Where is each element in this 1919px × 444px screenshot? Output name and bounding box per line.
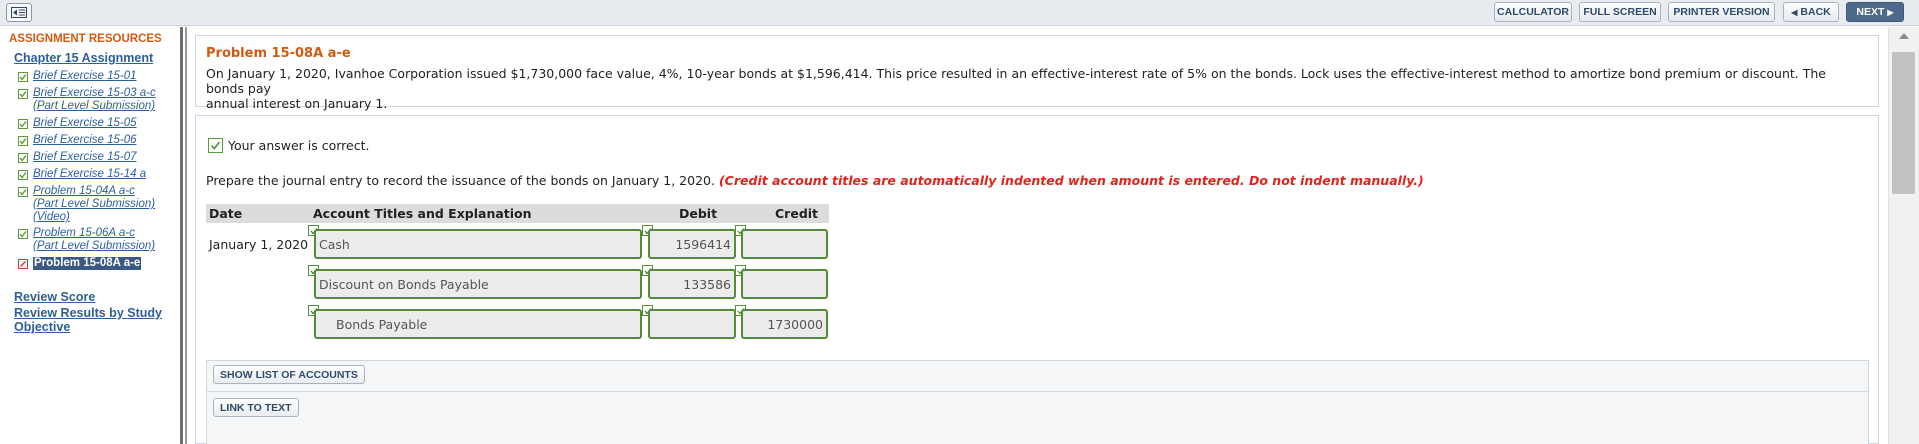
sidebar-item-problem-15-06a[interactable]: Problem 15-06A a-c (Part Level Submissio… [18,227,155,253]
back-button[interactable]: ◀ BACK [1783,2,1839,22]
header-account: Account Titles and Explanation [313,206,532,221]
header-credit: Credit [775,206,819,221]
sidebar-item-label: Problem 15-08A a-e [33,257,142,270]
sidebar-item-line: (Part Level Submission) [33,240,156,252]
sidebar-item-line: Brief Exercise 15-03 a-c [33,87,156,99]
back-label: BACK [1800,6,1831,18]
sidebar-item-label: Brief Exercise 15-01 [33,70,137,82]
check-icon [18,170,28,180]
correct-message: Your answer is correct. [228,138,370,153]
assignment-sidebar: ASSIGNMENT RESOURCES Chapter 15 Assignme… [0,27,178,444]
review-score-link[interactable]: Review Score [14,290,95,304]
scrollbar-thumb[interactable] [1892,52,1915,194]
sidebar-item-line: Problem 15-06A a-c [33,227,135,239]
sidebar-item-label: Brief Exercise 15-06 [33,134,137,146]
sidebar-item-line: Problem 15-04A a-c [33,185,135,197]
debit-field[interactable] [648,309,736,339]
chapter-link[interactable]: Chapter 15 Assignment [14,51,153,65]
check-icon [18,89,28,99]
check-icon [18,187,28,197]
instruction-note: (Credit account titles are automatically… [718,173,1424,188]
check-icon [208,138,223,153]
sidebar-item-line: (Video) [33,211,70,223]
problem-text-line: On January 1, 2020, Ivanhoe Corporation … [206,66,1826,96]
next-button[interactable]: NEXT ▶ [1846,2,1904,22]
account-field[interactable]: Discount on Bonds Payable [314,269,642,299]
show-list-of-accounts-button[interactable]: SHOW LIST OF ACCOUNTS [213,365,365,384]
printer-version-button[interactable]: PRINTER VERSION [1668,2,1775,22]
answer-card: Your answer is correct. Prepare the jour… [195,115,1879,444]
sidebar-item-label: Problem 15-04A a-c (Part Level Submissio… [33,185,155,224]
tools-panel: SHOW LIST OF ACCOUNTS LINK TO TEXT [206,360,1869,444]
sidebar-item-brief-exercise-15-05[interactable]: Brief Exercise 15-05 [18,117,137,130]
chevron-left-icon: ◀ [1791,7,1798,17]
sidebar-divider[interactable] [180,27,183,444]
scroll-up-arrow-icon[interactable] [1899,33,1909,39]
link-to-text-button[interactable]: LINK TO TEXT [213,398,299,417]
sidebar-item-problem-15-04a[interactable]: Problem 15-04A a-c (Part Level Submissio… [18,185,155,224]
credit-field[interactable] [741,269,828,299]
sidebar-item-label: Brief Exercise 15-07 [33,151,137,163]
calculator-button[interactable]: CALCULATOR [1494,2,1572,22]
header-debit: Debit [679,206,718,221]
problem-text-line: annual interest on January 1. [206,96,388,111]
check-icon [18,229,28,239]
check-icon [18,119,28,129]
instruction: Prepare the journal entry to record the … [206,173,1424,188]
header-date: Date [209,206,243,221]
check-icon [18,72,28,82]
sidebar-item-label: Brief Exercise 15-03 a-c (Part Level Sub… [33,87,156,113]
pencil-check-icon [18,259,28,269]
sidebar-item-label: Brief Exercise 15-14 a [33,168,147,180]
review-results-line: Objective [14,320,71,334]
full-screen-button[interactable]: FULL SCREEN [1579,2,1661,22]
top-toolbar: CALCULATOR FULL SCREEN PRINTER VERSION ◀… [0,0,1919,26]
instruction-text: Prepare the journal entry to record the … [206,173,715,188]
sidebar-item-label: Brief Exercise 15-05 [33,117,137,129]
sidebar-item-brief-exercise-15-07[interactable]: Brief Exercise 15-07 [18,151,137,164]
account-field[interactable]: Cash [314,229,642,259]
sidebar-item-brief-exercise-15-01[interactable]: Brief Exercise 15-01 [18,70,137,83]
next-label: NEXT [1856,6,1885,18]
review-results-line: Review Results by Study [14,306,162,320]
entry-date: January 1, 2020 [209,237,309,252]
credit-field[interactable]: 1730000 [741,309,828,339]
debit-field[interactable]: 1596414 [648,229,736,259]
check-icon [18,136,28,146]
collapse-sidebar-button[interactable] [6,3,32,22]
problem-text: On January 1, 2020, Ivanhoe Corporation … [206,66,1866,111]
sidebar-title: ASSIGNMENT RESOURCES [9,33,162,45]
correct-status: Your answer is correct. [208,138,369,153]
debit-field[interactable]: 133586 [648,269,736,299]
sidebar-divider-inner [185,27,187,444]
sidebar-item-line: (Part Level Submission) [33,198,156,210]
tools-divider [207,391,1868,392]
check-icon [18,153,28,163]
problem-card: Problem 15-08A a-e On January 1, 2020, I… [195,35,1879,111]
credit-field[interactable] [741,229,828,259]
problem-title: Problem 15-08A a-e [206,46,351,61]
sidebar-item-brief-exercise-15-14[interactable]: Brief Exercise 15-14 a [18,168,146,181]
sidebar-item-brief-exercise-15-03[interactable]: Brief Exercise 15-03 a-c (Part Level Sub… [18,87,156,113]
chevron-right-icon: ▶ [1887,7,1894,17]
sidebar-item-problem-15-08a[interactable]: Problem 15-08A a-e [18,257,142,270]
vertical-scrollbar[interactable] [1888,27,1919,444]
sidebar-item-line: (Part Level Submission) [33,100,156,112]
journal-table-header: Date Account Titles and Explanation Debi… [206,204,829,223]
review-results-link[interactable]: Review Results by Study Objective [14,306,162,334]
collapse-sidebar-icon [11,7,27,18]
sidebar-item-brief-exercise-15-06[interactable]: Brief Exercise 15-06 [18,134,137,147]
account-field[interactable]: Bonds Payable [314,309,642,339]
sidebar-item-label: Problem 15-06A a-c (Part Level Submissio… [33,227,155,253]
